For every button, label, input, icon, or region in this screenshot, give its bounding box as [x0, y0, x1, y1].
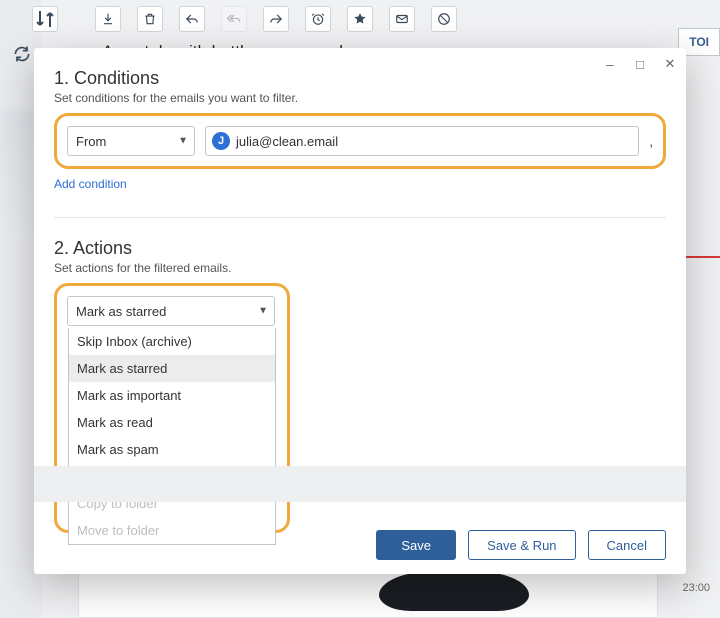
mark-read-button[interactable]: [389, 6, 415, 32]
block-button[interactable]: [431, 6, 457, 32]
actions-subtitle: Set actions for the filtered emails.: [54, 261, 666, 275]
reply-all-button[interactable]: [221, 6, 247, 32]
chevron-down-icon: ▼: [258, 306, 268, 317]
action-select[interactable]: Mark as starred ▼ Skip Inbox (archive)Ma…: [67, 296, 275, 326]
section-divider: [54, 217, 666, 218]
contact-email-chip: julia@clean.email: [236, 134, 338, 149]
star-button[interactable]: [347, 6, 373, 32]
contact-avatar: J: [212, 132, 230, 150]
save-and-run-button[interactable]: Save & Run: [468, 530, 575, 560]
window-controls: – □ ✕: [602, 56, 678, 72]
action-selected-label: Mark as starred: [76, 304, 166, 319]
condition-field-label: From: [76, 134, 106, 149]
conditions-highlight: From ▼ J julia@clean.email ,: [54, 113, 666, 169]
action-option[interactable]: Mark as read: [69, 409, 275, 436]
chevron-down-icon: ▼: [178, 136, 188, 147]
filter-dialog: – □ ✕ 1. Conditions Set conditions for t…: [34, 48, 686, 574]
product-image-placeholder: [379, 571, 529, 611]
content-placeholder-strip: [34, 466, 686, 502]
condition-field-select[interactable]: From ▼: [67, 126, 195, 156]
condition-value-input[interactable]: J julia@clean.email: [205, 126, 639, 156]
dialog-footer: Save Save & Run Cancel: [376, 530, 666, 560]
value-separator: ,: [649, 134, 653, 149]
minimize-button[interactable]: –: [602, 56, 618, 72]
calendar-time-label: 23:00: [682, 582, 710, 594]
reply-button[interactable]: [179, 6, 205, 32]
calendar-now-line: [680, 256, 720, 258]
maximize-button[interactable]: □: [632, 56, 648, 72]
add-condition-link[interactable]: Add condition: [54, 177, 666, 191]
action-option: Move to folder: [69, 517, 275, 544]
sort-button[interactable]: [32, 6, 58, 32]
action-option[interactable]: Mark as starred: [69, 355, 275, 382]
cancel-button[interactable]: Cancel: [588, 530, 666, 560]
action-option[interactable]: Mark as spam: [69, 436, 275, 463]
action-option[interactable]: Mark as important: [69, 382, 275, 409]
message-toolbar: [95, 6, 457, 32]
delete-button[interactable]: [137, 6, 163, 32]
save-button[interactable]: Save: [376, 530, 456, 560]
download-button[interactable]: [95, 6, 121, 32]
snooze-button[interactable]: [305, 6, 331, 32]
forward-button[interactable]: [263, 6, 289, 32]
conditions-subtitle: Set conditions for the emails you want t…: [54, 91, 666, 105]
action-dropdown[interactable]: Skip Inbox (archive)Mark as starredMark …: [68, 328, 276, 545]
actions-title: 2. Actions: [54, 238, 666, 259]
conditions-title: 1. Conditions: [54, 68, 666, 89]
action-option[interactable]: Skip Inbox (archive): [69, 328, 275, 355]
close-button[interactable]: ✕: [662, 56, 678, 72]
sync-icon: [12, 44, 32, 64]
